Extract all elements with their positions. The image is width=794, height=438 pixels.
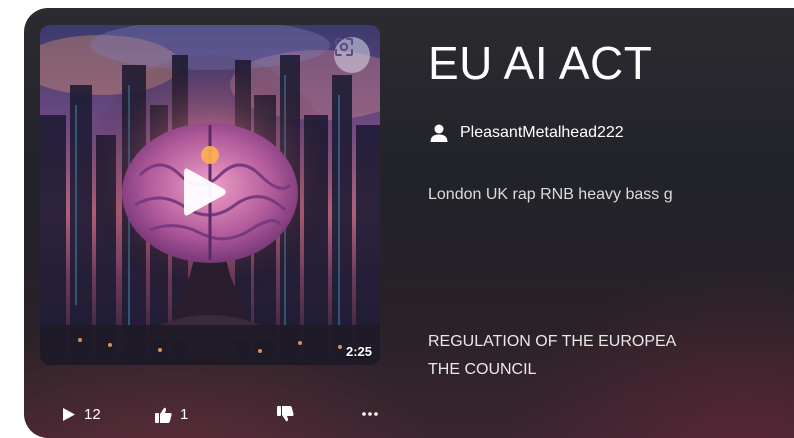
lyrics-line: THE COUNCIL xyxy=(428,361,537,378)
thumbs-up-icon xyxy=(155,407,172,423)
like-count-value: 1 xyxy=(180,406,189,423)
dislike-button[interactable] xyxy=(277,406,294,422)
play-count[interactable]: 12 xyxy=(62,406,101,423)
duration-label: 2:25 xyxy=(345,344,372,359)
play-count-value: 12 xyxy=(84,406,101,423)
user-icon xyxy=(430,124,448,142)
stats-bar: 12 1 xyxy=(40,406,380,432)
like-button[interactable]: 1 xyxy=(155,406,188,423)
play-button[interactable] xyxy=(180,165,242,227)
scan-icon xyxy=(335,38,353,56)
play-icon xyxy=(184,168,226,216)
cover-art[interactable]: 2:25 xyxy=(40,25,380,365)
scan-button[interactable] xyxy=(334,37,370,73)
author-link[interactable]: PleasantMetalhead222 xyxy=(430,124,624,142)
lyrics-preview: REGULATION OF THE EUROPEA THE COUNCIL xyxy=(428,328,794,384)
lyrics-line: REGULATION OF THE EUROPEA xyxy=(428,333,677,350)
song-tags: London UK rap RNB heavy bass g xyxy=(428,186,673,203)
more-button[interactable] xyxy=(362,412,378,416)
song-card: 2:25 12 1 EU AI ACT PleasantMetalhead222… xyxy=(24,8,794,438)
song-title: EU AI ACT xyxy=(428,37,653,89)
play-count-icon xyxy=(63,408,75,421)
thumbs-down-icon xyxy=(277,406,294,422)
author-name: PleasantMetalhead222 xyxy=(460,124,624,141)
more-icon xyxy=(362,412,378,416)
